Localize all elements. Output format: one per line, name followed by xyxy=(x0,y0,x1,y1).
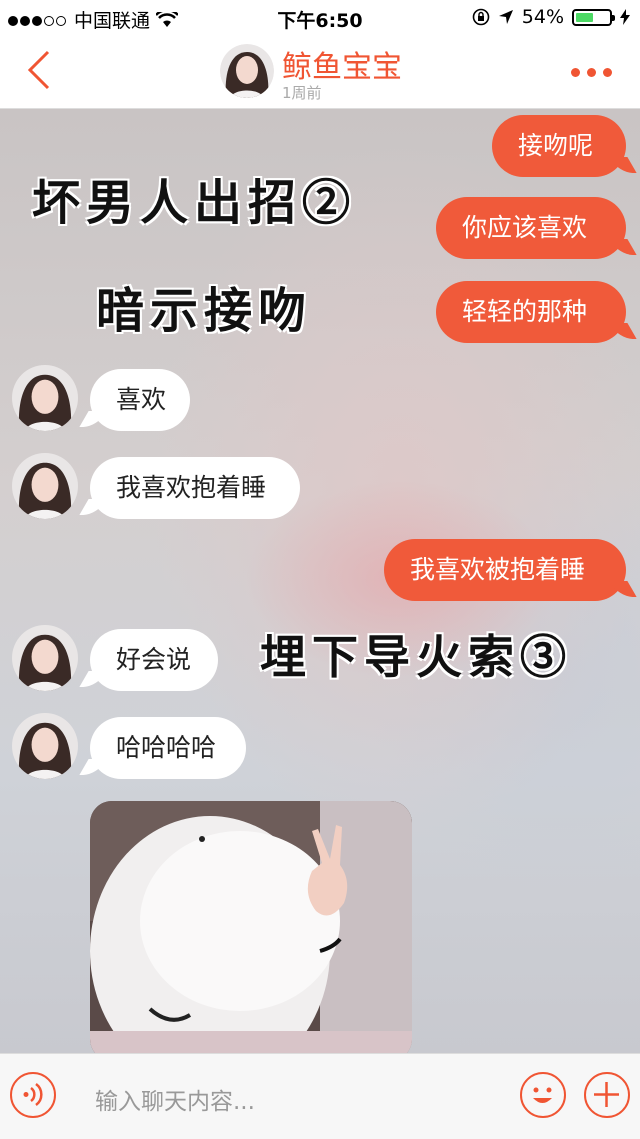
contact-name[interactable]: 鲸鱼宝宝 xyxy=(282,42,402,86)
message-out[interactable]: 你应该喜欢 xyxy=(436,197,626,259)
message-out[interactable]: 我喜欢被抱着睡 xyxy=(384,539,626,601)
battery-percent: 54% xyxy=(521,6,564,28)
message-in[interactable]: 好会说 xyxy=(90,629,218,691)
message-in[interactable]: 喜欢 xyxy=(90,369,190,431)
contact-avatar[interactable] xyxy=(220,44,274,98)
more-dots-icon[interactable] xyxy=(571,68,612,77)
chat-area[interactable]: 坏男人出招② 暗示接吻 埋下导火索③ 接吻呢 你应该喜欢 轻轻的那种 喜欢 我喜… xyxy=(0,109,640,1053)
status-bar: 中国联通 下午6:50 54% xyxy=(0,0,640,34)
battery-icon xyxy=(572,8,615,26)
avatar[interactable] xyxy=(12,365,78,431)
chat-header: 鲸鱼宝宝 1周前 xyxy=(0,34,640,109)
overlay-caption-2: 暗示接吻 xyxy=(96,283,313,339)
message-out[interactable]: 轻轻的那种 xyxy=(436,281,626,343)
voice-icon[interactable] xyxy=(10,1072,56,1118)
avatar[interactable] xyxy=(12,713,78,779)
input-bar: 输入聊天内容... xyxy=(0,1053,640,1139)
emoji-icon[interactable] xyxy=(520,1072,566,1118)
location-arrow-icon xyxy=(498,10,513,24)
message-input[interactable]: 输入聊天内容... xyxy=(95,1082,255,1116)
avatar[interactable] xyxy=(12,453,78,519)
overlay-caption-3: 埋下导火索③ xyxy=(260,630,572,684)
last-seen-label: 1周前 xyxy=(282,84,322,102)
back-chevron-icon[interactable] xyxy=(22,46,62,94)
message-in[interactable]: 我喜欢抱着睡 xyxy=(90,457,300,519)
lock-rotation-icon xyxy=(472,8,490,26)
photo-message[interactable] xyxy=(90,801,412,1053)
plus-icon[interactable] xyxy=(584,1072,630,1118)
avatar[interactable] xyxy=(12,625,78,691)
charging-bolt-icon xyxy=(620,9,630,25)
overlay-caption-1: 坏男人出招② xyxy=(32,175,357,231)
message-in[interactable]: 哈哈哈哈 xyxy=(90,717,246,779)
message-out[interactable]: 接吻呢 xyxy=(492,115,626,177)
